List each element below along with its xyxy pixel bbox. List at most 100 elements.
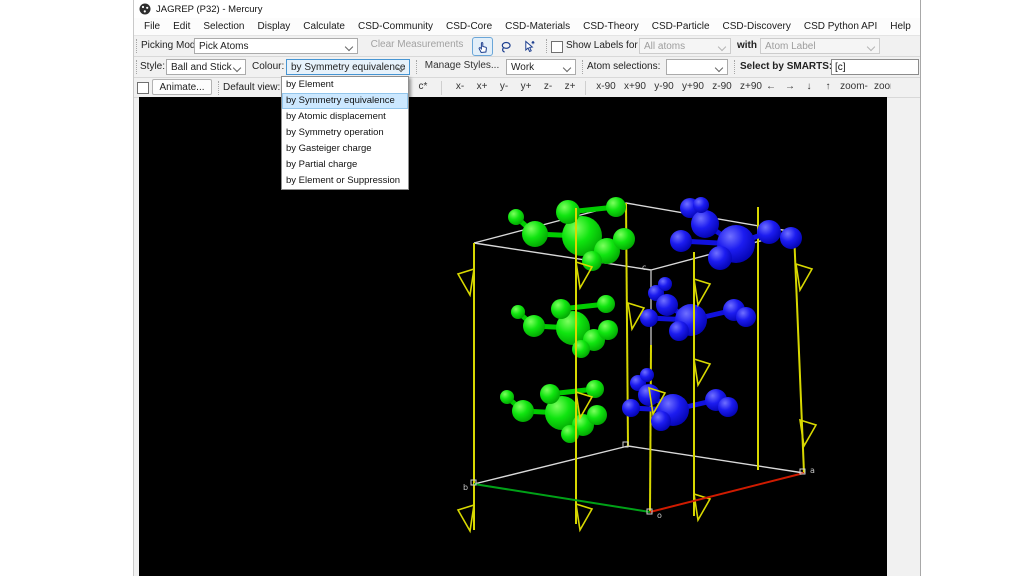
atom-green[interactable] (511, 305, 525, 319)
menu-csd-discovery[interactable]: CSD-Discovery (721, 21, 793, 32)
menu-edit[interactable]: Edit (171, 21, 192, 32)
colour-option-by-gasteiger-charge[interactable]: by Gasteiger charge (282, 141, 408, 157)
rotate-x-[interactable]: x- (451, 78, 469, 96)
menu-csd-particle[interactable]: CSD-Particle (650, 21, 712, 32)
rotate-y-[interactable]: y- (495, 78, 513, 96)
a-axis-edge (650, 473, 804, 512)
rotate-y-90[interactable]: y-90 (651, 78, 677, 96)
manage-styles-button[interactable]: Manage Styles... (422, 57, 502, 75)
menu-csd-python-api[interactable]: CSD Python API (802, 21, 879, 32)
colour-combo[interactable]: by Symmetry equivalence (286, 59, 410, 75)
atom-green[interactable] (500, 390, 514, 404)
colour-option-by-partial-charge[interactable]: by Partial charge (282, 157, 408, 173)
toolbar-drag-handle[interactable] (136, 60, 137, 74)
rotate-x+[interactable]: x+ (473, 78, 491, 96)
translate-arrow3[interactable]: ↑ (820, 78, 836, 96)
atom-blue[interactable] (780, 227, 802, 249)
menu-csd-materials[interactable]: CSD-Materials (503, 21, 572, 32)
menu-help[interactable]: Help (888, 21, 913, 32)
animate-button[interactable]: Animate... (152, 79, 212, 95)
toolbar-drag-handle[interactable] (582, 60, 583, 74)
atom-green[interactable] (512, 400, 534, 422)
zoom-out-button[interactable]: zoom- (837, 78, 871, 96)
rotate-z-[interactable]: z- (539, 78, 557, 96)
atom-blue[interactable] (658, 277, 672, 291)
label-type-combo[interactable]: Atom Label (760, 38, 880, 54)
rotate-x-90[interactable]: x-90 (593, 78, 619, 96)
translate-arrow2[interactable]: ↓ (801, 78, 817, 96)
colour-option-by-atomic-displacement[interactable]: by Atomic displacement (282, 109, 408, 125)
atom-green[interactable] (598, 320, 618, 340)
molecule-blue-5 (622, 368, 738, 431)
atom-green[interactable] (540, 384, 560, 404)
atom-blue[interactable] (651, 411, 671, 431)
atom-green[interactable] (572, 340, 590, 358)
toolbar-drag-handle[interactable] (218, 81, 219, 95)
rotate-x+90[interactable]: x+90 (622, 78, 648, 96)
style-combo[interactable]: Ball and Stick (166, 59, 246, 75)
atom-blue[interactable] (718, 397, 738, 417)
show-labels-checkbox[interactable] (551, 41, 563, 53)
rotate-z+90[interactable]: z+90 (738, 78, 764, 96)
rotate-y+90[interactable]: y+90 (680, 78, 706, 96)
rotate-z-90[interactable]: z-90 (709, 78, 735, 96)
chevron-down-icon (867, 43, 875, 51)
toolbar-drag-handle[interactable] (546, 39, 547, 53)
atom-blue[interactable] (736, 307, 756, 327)
atom-blue[interactable] (656, 294, 678, 316)
atom-blue[interactable] (693, 197, 709, 213)
menu-csd-theory[interactable]: CSD-Theory (581, 21, 641, 32)
atom-blue[interactable] (622, 399, 640, 417)
zoom-in-button[interactable]: zoom+ (874, 78, 891, 96)
style-set-combo[interactable]: Work (506, 59, 576, 75)
atom-blue[interactable] (669, 321, 689, 341)
atom-blue[interactable] (640, 368, 654, 382)
rotate-y+[interactable]: y+ (517, 78, 535, 96)
toolbar-drag-handle[interactable] (734, 60, 735, 74)
screw-axis-flag (458, 505, 474, 531)
atom-green[interactable] (508, 209, 524, 225)
translate-arrow1[interactable]: → (782, 78, 798, 96)
rotate-z+[interactable]: z+ (561, 78, 579, 96)
colour-option-by-element-or-suppression[interactable]: by Element or Suppression (282, 173, 408, 189)
separator (441, 81, 442, 95)
atom-green[interactable] (522, 221, 548, 247)
labels-target-combo[interactable]: All atoms (639, 38, 731, 54)
atom-green[interactable] (597, 295, 615, 313)
window-title: JAGREP (P32) - Mercury (156, 4, 262, 15)
atom-blue[interactable] (691, 210, 719, 238)
clear-measurements-button[interactable]: Clear Measurements (367, 36, 467, 54)
atom-green[interactable] (551, 299, 571, 319)
smarts-input[interactable] (831, 59, 919, 75)
atom-green[interactable] (523, 315, 545, 337)
colour-option-by-element[interactable]: by Element (282, 77, 408, 93)
chevron-down-icon (563, 64, 571, 72)
menu-calculate[interactable]: Calculate (301, 21, 347, 32)
menu-selection[interactable]: Selection (201, 21, 246, 32)
atom-selections-label: Atom selections: (587, 57, 660, 77)
colour-option-by-symmetry-equivalence[interactable]: by Symmetry equivalence (282, 93, 408, 109)
atom-blue[interactable] (670, 230, 692, 252)
menu-display[interactable]: Display (256, 21, 293, 32)
menu-file[interactable]: File (142, 21, 162, 32)
atom-green[interactable] (613, 228, 635, 250)
structure-viewport[interactable]: cboa (139, 97, 887, 576)
atom-blue[interactable] (708, 246, 732, 270)
atom-selections-combo[interactable] (666, 59, 728, 75)
menu-csd-community[interactable]: CSD-Community (356, 21, 435, 32)
picking-mode-combo[interactable]: Pick Atoms (194, 38, 358, 54)
atom-blue[interactable] (757, 220, 781, 244)
view-axis-c*[interactable]: c* (411, 78, 435, 96)
move-select-button[interactable] (518, 37, 539, 56)
colour-option-by-symmetry-operation[interactable]: by Symmetry operation (282, 125, 408, 141)
menu-csd-core[interactable]: CSD-Core (444, 21, 494, 32)
lasso-select-button[interactable] (495, 37, 516, 56)
screw-axis-flag (796, 264, 812, 290)
translate-arrow0[interactable]: ← (763, 78, 779, 96)
atom-green[interactable] (587, 405, 607, 425)
atom-green[interactable] (606, 197, 626, 217)
animate-checkbox[interactable] (137, 82, 149, 94)
pick-hand-button[interactable] (472, 37, 493, 56)
toolbar-drag-handle[interactable] (136, 39, 137, 53)
toolbar-drag-handle[interactable] (416, 60, 417, 74)
